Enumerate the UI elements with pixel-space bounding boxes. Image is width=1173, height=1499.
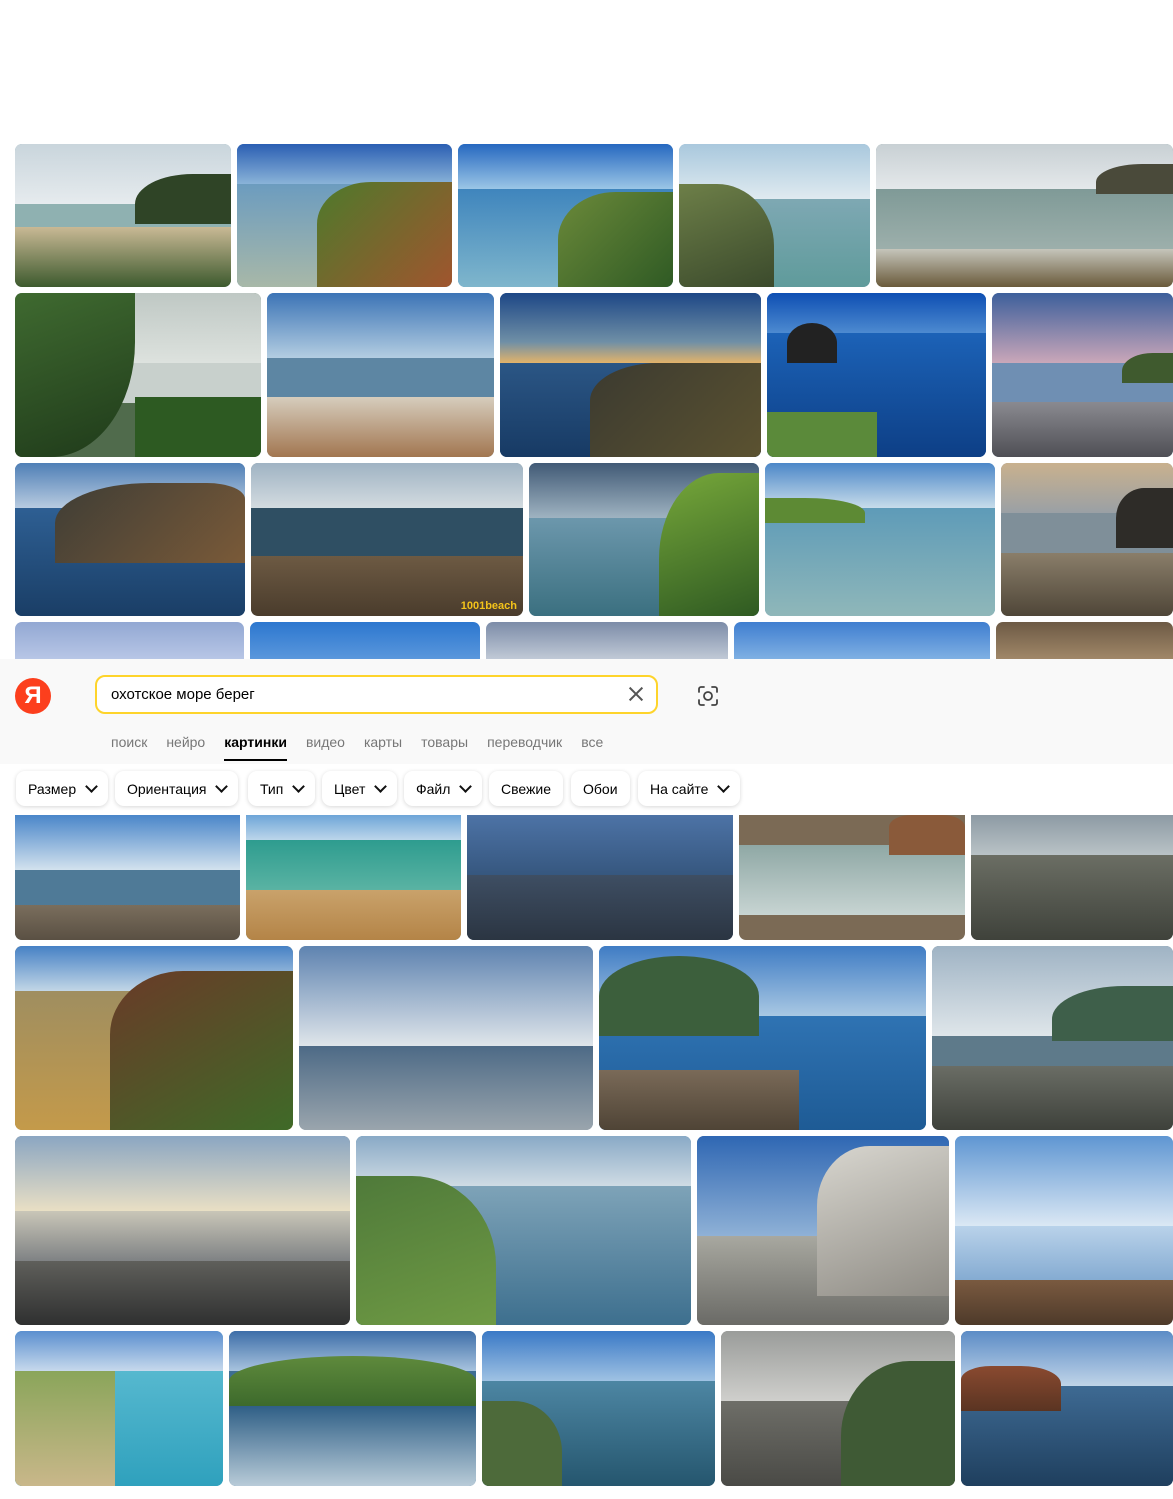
image-result[interactable] [932, 946, 1173, 1130]
filter-label: Цвет [334, 780, 366, 797]
filter-file-button[interactable]: Файл [404, 771, 483, 806]
chevron-down-icon [85, 780, 98, 793]
tab-maps[interactable]: карты [364, 734, 402, 761]
tab-search[interactable]: поиск [111, 734, 147, 761]
filter-label: Размер [28, 780, 77, 797]
image-result[interactable] [15, 144, 231, 287]
image-result[interactable] [971, 815, 1173, 940]
image-result[interactable] [1001, 463, 1173, 616]
filter-label: Обои [583, 780, 618, 797]
search-box[interactable] [95, 675, 658, 714]
tab-all[interactable]: все [581, 734, 603, 761]
filter-on-site-button[interactable]: На сайте [638, 771, 741, 806]
image-result[interactable] [15, 946, 293, 1130]
image-result[interactable] [458, 144, 673, 287]
image-result[interactable] [765, 463, 995, 616]
image-result[interactable] [356, 1136, 691, 1325]
tab-products[interactable]: товары [421, 734, 468, 761]
filter-bar: Размер Ориентация Тип Цвет Файл Свежие О… [0, 764, 1173, 815]
search-tabs: поиск нейро картинки видео карты товары … [111, 734, 603, 761]
filter-label: Файл [416, 780, 451, 797]
yandex-logo[interactable]: Я [15, 678, 51, 714]
image-result[interactable] [15, 293, 261, 457]
tab-translator[interactable]: переводчик [487, 734, 562, 761]
image-result[interactable] [697, 1136, 949, 1325]
filter-wallpapers-button[interactable]: Обои [571, 771, 630, 806]
image-result[interactable] [250, 622, 480, 659]
image-result[interactable] [996, 622, 1173, 659]
image-result[interactable] [467, 815, 733, 940]
search-header: Я поиск нейро картинки видео карты товар… [0, 659, 1173, 765]
image-result[interactable] [529, 463, 759, 616]
filter-label: На сайте [650, 780, 709, 797]
chevron-down-icon [459, 780, 473, 793]
image-result[interactable] [876, 144, 1173, 287]
image-result[interactable] [482, 1331, 715, 1486]
image-result[interactable] [299, 946, 593, 1130]
image-result[interactable] [599, 946, 926, 1130]
filter-color-button[interactable]: Цвет [322, 771, 398, 806]
image-result[interactable] [739, 815, 965, 940]
tab-video[interactable]: видео [306, 734, 345, 761]
tab-neuro[interactable]: нейро [166, 734, 205, 761]
filter-fresh-button[interactable]: Свежие [489, 771, 563, 806]
image-result[interactable] [15, 1331, 223, 1486]
image-result[interactable] [15, 815, 240, 940]
filter-type-button[interactable]: Тип [248, 771, 316, 806]
watermark-1001beach: 1001beach [460, 600, 517, 612]
image-result[interactable] [229, 1331, 476, 1486]
image-result[interactable] [486, 622, 728, 659]
search-input[interactable] [111, 677, 611, 712]
image-result[interactable] [267, 293, 494, 457]
image-result[interactable] [500, 293, 761, 457]
filter-label: Тип [260, 780, 284, 797]
filter-orientation-button[interactable]: Ориентация [115, 771, 239, 806]
image-result[interactable] [992, 293, 1173, 457]
image-result[interactable]: 1001beach [251, 463, 523, 616]
image-result[interactable] [721, 1331, 955, 1486]
image-result[interactable] [15, 463, 245, 616]
close-icon[interactable] [626, 684, 646, 704]
image-result[interactable] [961, 1331, 1173, 1486]
image-result[interactable] [15, 1136, 350, 1325]
image-result[interactable] [679, 144, 870, 287]
filter-label: Ориентация [127, 780, 207, 797]
image-result[interactable] [15, 622, 244, 659]
image-result[interactable] [955, 1136, 1173, 1325]
image-result[interactable] [767, 293, 986, 457]
chevron-down-icon [717, 780, 731, 793]
chevron-down-icon [215, 780, 229, 793]
filter-size-button[interactable]: Размер [16, 771, 109, 806]
image-result[interactable] [237, 144, 452, 287]
image-result[interactable] [246, 815, 461, 940]
camera-search-icon[interactable] [696, 684, 720, 708]
image-result[interactable] [734, 622, 990, 659]
tab-images[interactable]: картинки [224, 734, 287, 761]
filter-label: Свежие [501, 780, 551, 797]
chevron-down-icon [374, 780, 388, 793]
chevron-down-icon [292, 780, 306, 793]
